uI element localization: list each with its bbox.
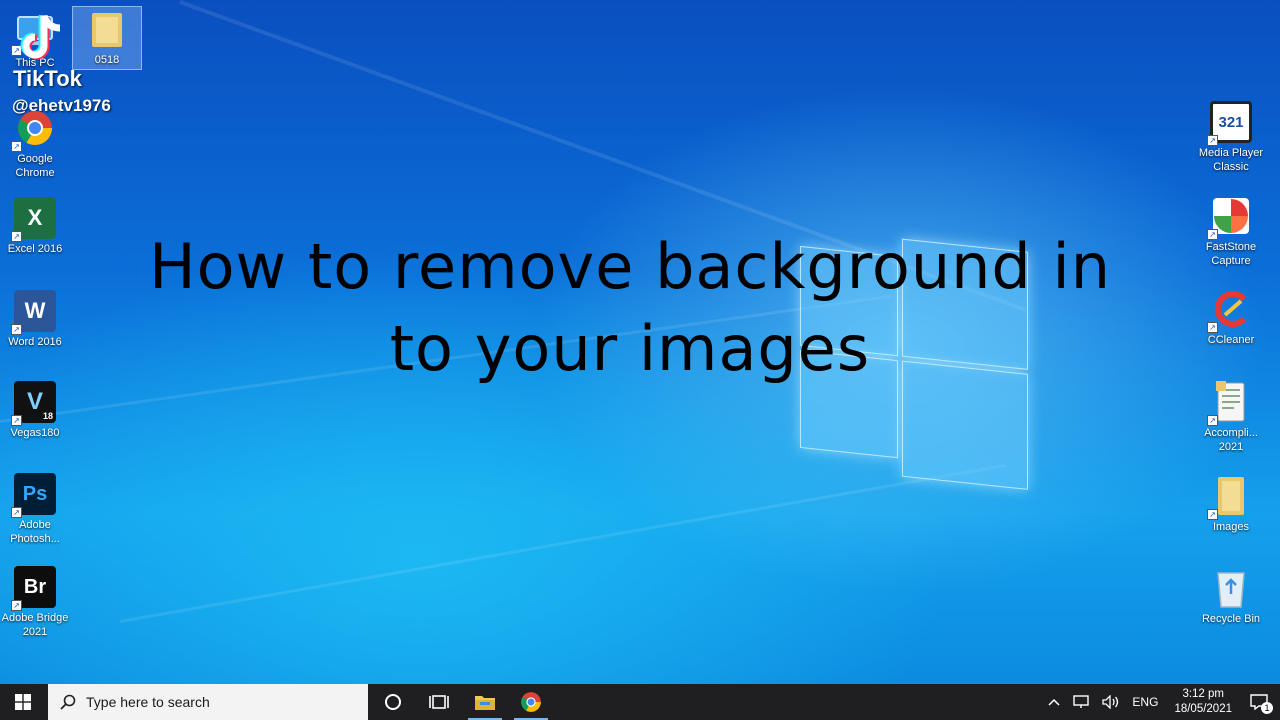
desktop-icon-accompli[interactable]: ↗ Accompli... 2021 [1196, 380, 1266, 454]
tiktok-logo-icon [14, 12, 94, 69]
taskbar-search-box[interactable]: Type here to search [48, 684, 368, 720]
vegas-icon: V 18 ↗ [11, 380, 57, 426]
notification-count-badge: 1 [1261, 702, 1273, 714]
file-explorer-icon [475, 696, 495, 710]
chevron-up-icon [1048, 698, 1060, 706]
desktop-icon-faststone-capture[interactable]: ↗ FastStone Capture [1196, 194, 1266, 268]
shortcut-arrow-icon: ↗ [11, 415, 22, 426]
desktop-icon-label: Adobe Bridge 2021 [1, 612, 69, 638]
desktop-icon-label: Accompli... 2021 [1204, 427, 1258, 453]
chrome-icon: ↗ [11, 106, 57, 152]
desktop-icon-excel[interactable]: X ↗ Excel 2016 [0, 196, 70, 256]
desktop-icon-label: Vegas180 [10, 427, 60, 439]
search-icon [60, 694, 76, 710]
desktop-icon-label: Recycle Bin [1201, 613, 1261, 625]
desktop-icon-label: Word 2016 [8, 336, 62, 348]
volume-button[interactable] [1096, 684, 1126, 720]
task-view-icon [429, 695, 449, 709]
photoshop-icon: Ps ↗ [11, 472, 57, 518]
media-player-icon: 321 ↗ [1207, 100, 1253, 146]
show-hidden-icons-button[interactable] [1042, 684, 1066, 720]
desktop-icon-bridge[interactable]: Br ↗ Adobe Bridge 2021 [0, 565, 70, 639]
clock-date: 18/05/2021 [1174, 703, 1232, 715]
cortana-button[interactable] [370, 684, 416, 720]
cortana-icon [385, 694, 401, 710]
shortcut-arrow-icon: ↗ [11, 231, 22, 242]
vegas-glyph: V [26, 388, 43, 415]
start-button[interactable] [0, 684, 46, 720]
recycle-bin-icon [1209, 566, 1253, 610]
clock-time: 3:12 pm [1182, 688, 1224, 700]
wallpaper-beam [119, 463, 1007, 623]
desktop-icon-ccleaner[interactable]: ↗ CCleaner [1196, 287, 1266, 347]
shortcut-arrow-icon: ↗ [1207, 135, 1218, 146]
video-headline: How to remove background in to your imag… [80, 226, 1180, 390]
windows-start-icon [15, 694, 31, 710]
system-tray: ENG 3:12 pm 18/05/2021 1 [1042, 684, 1280, 720]
shortcut-arrow-icon: ↗ [11, 324, 22, 335]
speaker-icon [1102, 695, 1119, 709]
desktop-icon-label: CCleaner [1207, 334, 1255, 346]
desktop-icon-google-chrome[interactable]: ↗ Google Chrome [0, 106, 70, 180]
taskbar: Type here to search ENG 3:12 pm 18/05/20… [0, 684, 1280, 720]
desktop-wallpaper: How to remove background in to your imag… [0, 0, 1280, 684]
network-icon [1073, 695, 1090, 708]
shortcut-arrow-icon: ↗ [11, 600, 22, 611]
shortcut-arrow-icon: ↗ [1207, 229, 1218, 240]
desktop-icon-vegas[interactable]: V 18 ↗ Vegas180 [0, 380, 70, 440]
shortcut-arrow-icon: ↗ [1207, 322, 1218, 333]
word-icon: W ↗ [11, 289, 57, 335]
shortcut-arrow-icon: ↗ [1207, 509, 1218, 520]
desktop-icon-media-player-classic[interactable]: 321 ↗ Media Player Classic [1196, 100, 1266, 174]
ccleaner-icon: ↗ [1207, 287, 1253, 333]
taskbar-clock[interactable]: 3:12 pm 18/05/2021 [1164, 687, 1242, 717]
tiktok-brand: TikTok [13, 66, 82, 91]
desktop-icon-word[interactable]: W ↗ Word 2016 [0, 289, 70, 349]
desktop-icon-label: Images [1212, 521, 1250, 533]
desktop-icon-label: Google Chrome [15, 153, 55, 179]
shortcut-arrow-icon: ↗ [1207, 415, 1218, 426]
faststone-icon: ↗ [1207, 194, 1253, 240]
desktop-icon-images-folder[interactable]: ↗ Images [1196, 474, 1266, 534]
desktop-icon-label: Media Player Classic [1198, 147, 1264, 173]
taskbar-file-explorer[interactable] [462, 684, 508, 720]
excel-icon: X ↗ [11, 196, 57, 242]
search-placeholder: Type here to search [86, 694, 210, 710]
document-icon: ↗ [1207, 380, 1253, 426]
task-view-button[interactable] [416, 684, 462, 720]
desktop-icon-label: Excel 2016 [7, 243, 63, 255]
taskbar-chrome[interactable] [508, 684, 554, 720]
desktop-icon-photoshop[interactable]: Ps ↗ Adobe Photosh... [0, 472, 70, 546]
input-language[interactable]: ENG [1126, 684, 1164, 720]
chrome-icon [521, 692, 541, 712]
headline-line-2: to your images [389, 312, 871, 385]
desktop-icon-label: FastStone Capture [1205, 241, 1257, 267]
desktop-icon-recycle-bin[interactable]: Recycle Bin [1196, 566, 1266, 626]
shortcut-arrow-icon: ↗ [11, 507, 22, 518]
shortcut-arrow-icon: ↗ [11, 141, 22, 152]
action-center-button[interactable]: 1 [1242, 684, 1280, 720]
network-button[interactable] [1066, 684, 1096, 720]
headline-line-1: How to remove background in [149, 230, 1111, 303]
bridge-icon: Br ↗ [11, 565, 57, 611]
folder-icon: ↗ [1207, 474, 1253, 520]
desktop-icon-label: Adobe Photosh... [10, 519, 60, 545]
vegas-version: 18 [42, 411, 53, 421]
